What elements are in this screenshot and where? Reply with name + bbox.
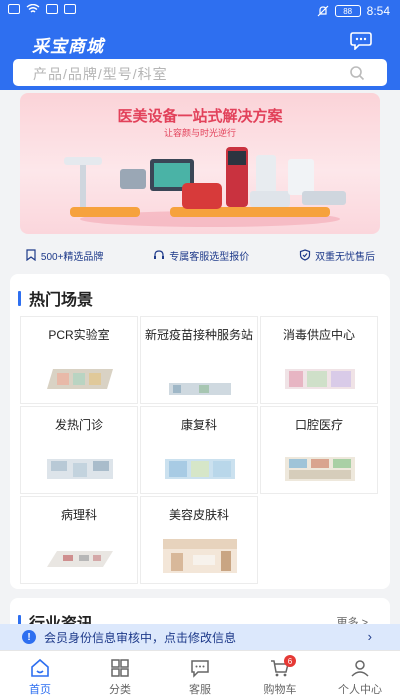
scene-label: 口腔医疗: [294, 418, 343, 432]
bookmark-icon: [26, 249, 36, 261]
search-input[interactable]: 产品/品牌/型号/科室: [33, 64, 168, 84]
banner-title: 医美设备一站式解决方案: [117, 108, 283, 125]
section-title: 热门场景: [29, 292, 94, 309]
feature-label: 双重无忧售后: [315, 251, 376, 263]
scene-label: 新冠疫苗接种服务站: [145, 328, 254, 342]
scene-cosmetic-dermatology[interactable]: 美容皮肤科: [140, 496, 258, 584]
scene-thumbnail: [169, 383, 231, 395]
cart-count-badge: 6: [284, 655, 296, 667]
feature-strip: 500+精选品牌 专属客服选型报价 双重无忧售后: [0, 244, 400, 266]
mute-icon: [317, 5, 329, 17]
app-icon: [64, 4, 76, 14]
search-bar[interactable]: 产品/品牌/型号/科室: [13, 59, 387, 86]
scene-label: PCR实验室: [48, 328, 110, 342]
scene-label: 病理科: [60, 508, 97, 522]
headset-icon: [154, 250, 165, 259]
scene-thumbnail: [47, 459, 113, 479]
sim-icon: [8, 4, 20, 14]
feature-aftersales: 双重无忧售后: [299, 244, 375, 266]
tab-label: 分类: [109, 684, 131, 696]
home-icon: [31, 658, 49, 677]
search-icon[interactable]: [349, 65, 365, 81]
scene-label: 康复科: [180, 418, 217, 432]
info-icon: !: [22, 630, 36, 644]
scene-thumbnail: [163, 539, 237, 573]
status-bar: 88 8:54: [0, 0, 400, 22]
message-icon: [191, 660, 209, 678]
chat-bubble-icon[interactable]: [350, 32, 372, 50]
tab-profile[interactable]: 个人中心: [320, 651, 400, 700]
shield-icon: [299, 249, 311, 261]
wifi-icon: [26, 4, 40, 13]
promo-banner[interactable]: 医美设备一站式解决方案 让容颜与时光逆行: [20, 93, 380, 234]
tab-label: 首页: [29, 684, 51, 696]
medical-devices-illustration: [64, 147, 346, 227]
tab-label: 客服: [189, 684, 211, 696]
scene-thumbnail: [47, 369, 113, 389]
notice-text: 会员身份信息审核中，点击修改信息: [44, 630, 237, 645]
app-logo: 采宝商城: [32, 37, 104, 56]
feature-label: 500+精选品牌: [40, 251, 104, 263]
scene-pcr-lab[interactable]: PCR实验室: [20, 316, 138, 404]
section-header: 热门场景: [18, 286, 93, 310]
tab-label: 购物车: [263, 684, 297, 696]
scene-thumbnail: [47, 551, 113, 567]
clock: 8:54: [366, 4, 390, 18]
scene-pathology[interactable]: 病理科: [20, 496, 138, 584]
chevron-right-icon: ›: [367, 629, 372, 644]
battery-level: 88: [343, 6, 353, 16]
battery-icon: 88: [334, 5, 361, 17]
notice-bar[interactable]: ! 会员身份信息审核中，点击修改信息 ›: [0, 624, 400, 650]
scene-fever-clinic[interactable]: 发热门诊: [20, 406, 138, 494]
app-header: 采宝商城: [0, 28, 400, 56]
scene-dental-care[interactable]: 口腔医疗: [260, 406, 378, 494]
bottom-tab-bar: 首页 分类 客服 6 购物车 个人中心: [0, 650, 400, 700]
feature-brands: 500+精选品牌: [25, 244, 104, 266]
tab-cart[interactable]: 6 购物车: [240, 651, 320, 700]
scene-label: 美容皮肤科: [168, 508, 229, 522]
grid-icon: [111, 659, 129, 677]
scene-label: 发热门诊: [54, 418, 103, 432]
feature-service: 专属客服选型报价: [153, 244, 249, 266]
feature-label: 专属客服选型报价: [169, 251, 250, 263]
scene-thumbnail: [165, 459, 235, 479]
tab-service[interactable]: 客服: [160, 651, 240, 700]
scene-vaccination-station[interactable]: 新冠疫苗接种服务站: [140, 316, 258, 404]
scene-label: 消毒供应中心: [282, 328, 355, 342]
scene-thumbnail: [285, 369, 355, 389]
scene-rehabilitation[interactable]: 康复科: [140, 406, 258, 494]
section-marker: [18, 290, 21, 306]
scene-sterile-supply[interactable]: 消毒供应中心: [260, 316, 378, 404]
banner-subtitle: 让容颜与时光逆行: [163, 128, 236, 138]
hot-scenes-card: 热门场景 PCR实验室 新冠疫苗接种服务站 消毒供应中心 发热门诊 康复科 口腔…: [10, 274, 390, 589]
notification-icon: [46, 4, 58, 14]
user-icon: [351, 660, 369, 677]
tab-category[interactable]: 分类: [80, 651, 160, 700]
tab-home[interactable]: 首页: [0, 651, 80, 700]
tab-label: 个人中心: [338, 684, 382, 696]
scene-thumbnail: [285, 457, 355, 481]
